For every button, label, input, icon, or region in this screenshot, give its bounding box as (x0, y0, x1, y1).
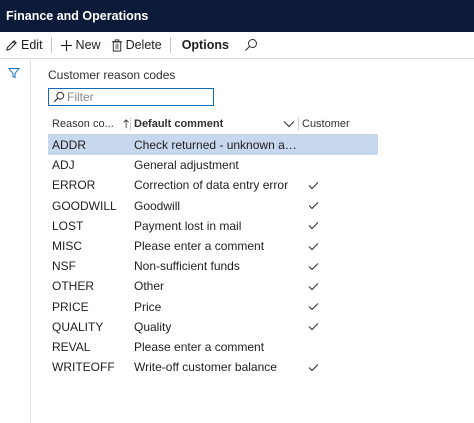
default-comment-cell[interactable]: Quality (130, 320, 298, 334)
chevron-down-icon[interactable] (283, 120, 295, 128)
reason-code-cell[interactable]: REVAL (48, 340, 130, 354)
reason-code-cell[interactable]: ADDR (48, 138, 130, 152)
reason-code-cell[interactable]: GOODWILL (48, 199, 130, 213)
customer-checkbox-cell[interactable] (298, 155, 378, 175)
edit-button[interactable]: Edit (0, 32, 48, 59)
column-header-customer[interactable]: Customer (298, 118, 378, 130)
plus-icon (60, 39, 72, 51)
customer-checkbox-cell[interactable] (298, 135, 378, 155)
default-comment-cell[interactable]: Write-off customer balance (130, 360, 298, 374)
search-icon (53, 91, 65, 103)
customer-checkbox-cell[interactable] (298, 216, 378, 236)
trash-icon (111, 39, 122, 52)
new-button[interactable]: New (55, 32, 106, 59)
funnel-icon (7, 68, 21, 79)
table-row[interactable]: GOODWILL Goodwill (48, 196, 378, 216)
left-rail (0, 60, 31, 423)
filter-pane-toggle[interactable] (7, 67, 21, 82)
default-comment-cell[interactable]: Goodwill (130, 199, 298, 213)
table-row[interactable]: NSF Non-sufficient funds (48, 256, 378, 276)
reason-code-cell[interactable]: NSF (48, 259, 130, 273)
checkmark-icon (308, 262, 319, 270)
table-row[interactable]: REVAL Please enter a comment (48, 337, 378, 357)
customer-checkbox-cell[interactable] (298, 256, 378, 276)
table-row[interactable]: ERROR Correction of data entry error (48, 175, 378, 195)
customer-checkbox-cell[interactable] (298, 196, 378, 216)
customer-checkbox-cell[interactable] (298, 236, 378, 256)
sort-ascending-icon (123, 119, 129, 129)
form-content: Customer reason codes Reason co... Defau… (31, 60, 474, 423)
column-divider[interactable] (130, 117, 131, 131)
filter-input[interactable] (65, 90, 207, 104)
default-comment-cell[interactable]: Check returned - unknown address (130, 138, 298, 152)
options-label: Options (181, 38, 229, 52)
table-row[interactable]: QUALITY Quality (48, 317, 378, 337)
reason-code-cell[interactable]: LOST (48, 219, 130, 233)
reason-code-cell[interactable]: PRICE (48, 300, 130, 314)
checkmark-icon (308, 303, 319, 311)
search-icon (245, 39, 257, 51)
action-pane: Edit New Delete Options (0, 32, 474, 59)
reason-code-cell[interactable]: ADJ (48, 158, 130, 172)
customer-checkbox-cell[interactable] (298, 357, 378, 377)
reason-code-header-label: Reason co... (52, 118, 114, 130)
checkmark-icon (308, 323, 319, 331)
filter-box[interactable] (48, 88, 214, 106)
delete-button[interactable]: Delete (106, 32, 167, 59)
reason-code-cell[interactable]: QUALITY (48, 320, 130, 334)
reason-code-cell[interactable]: WRITEOFF (48, 360, 130, 374)
pencil-icon (6, 39, 17, 51)
table-row[interactable]: MISC Please enter a comment (48, 236, 378, 256)
default-comment-cell[interactable]: Other (130, 279, 298, 293)
app-header: Finance and Operations (0, 0, 474, 32)
checkmark-icon (308, 202, 319, 210)
default-comment-cell[interactable]: General adjustment (130, 158, 298, 172)
checkmark-icon (308, 283, 319, 291)
column-header-reason-code[interactable]: Reason co... (48, 118, 130, 130)
reason-code-cell[interactable]: MISC (48, 239, 130, 253)
options-button[interactable]: Options (174, 32, 239, 59)
delete-label: Delete (125, 38, 162, 52)
default-comment-cell[interactable]: Please enter a comment (130, 239, 298, 253)
edit-label: Edit (21, 38, 43, 52)
reason-codes-grid: Reason co... Default comment Customer AD… (48, 114, 378, 377)
page-title: Customer reason codes (48, 68, 176, 82)
table-row[interactable]: OTHER Other (48, 276, 378, 296)
app-title: Finance and Operations (6, 9, 149, 23)
table-row[interactable]: PRICE Price (48, 297, 378, 317)
default-comment-cell[interactable]: Correction of data entry error (130, 178, 298, 192)
checkmark-icon (308, 182, 319, 190)
grid-header: Reason co... Default comment Customer (48, 114, 378, 135)
reason-code-cell[interactable]: OTHER (48, 279, 130, 293)
checkmark-icon (308, 242, 319, 250)
customer-checkbox-cell[interactable] (298, 297, 378, 317)
default-comment-cell[interactable]: Price (130, 300, 298, 314)
default-comment-cell[interactable]: Non-sufficient funds (130, 259, 298, 273)
table-row[interactable]: ADDRCheck returned - unknown address (48, 135, 378, 156)
table-row[interactable]: WRITEOFF Write-off customer balance (48, 357, 378, 377)
customer-header-label: Customer (302, 118, 350, 130)
default-comment-header-label: Default comment (134, 118, 224, 130)
checkmark-icon (308, 222, 319, 230)
default-comment-cell[interactable]: Please enter a comment (130, 340, 298, 354)
new-label: New (75, 38, 101, 52)
grid-body: ADDRCheck returned - unknown addressADJG… (48, 135, 378, 377)
customer-checkbox-cell[interactable] (298, 317, 378, 337)
checkmark-icon (308, 363, 319, 371)
search-button[interactable] (239, 32, 266, 59)
column-header-default-comment[interactable]: Default comment (130, 118, 298, 130)
table-row[interactable]: LOST Payment lost in mail (48, 216, 378, 236)
customer-checkbox-cell[interactable] (298, 276, 378, 296)
separator (50, 37, 52, 53)
customer-checkbox-cell[interactable] (298, 337, 378, 357)
column-divider[interactable] (298, 117, 299, 131)
table-row[interactable]: ADJ General adjustment (48, 155, 378, 175)
separator (169, 37, 171, 53)
reason-code-cell[interactable]: ERROR (48, 178, 130, 192)
default-comment-cell[interactable]: Payment lost in mail (130, 219, 298, 233)
customer-checkbox-cell[interactable] (298, 175, 378, 195)
